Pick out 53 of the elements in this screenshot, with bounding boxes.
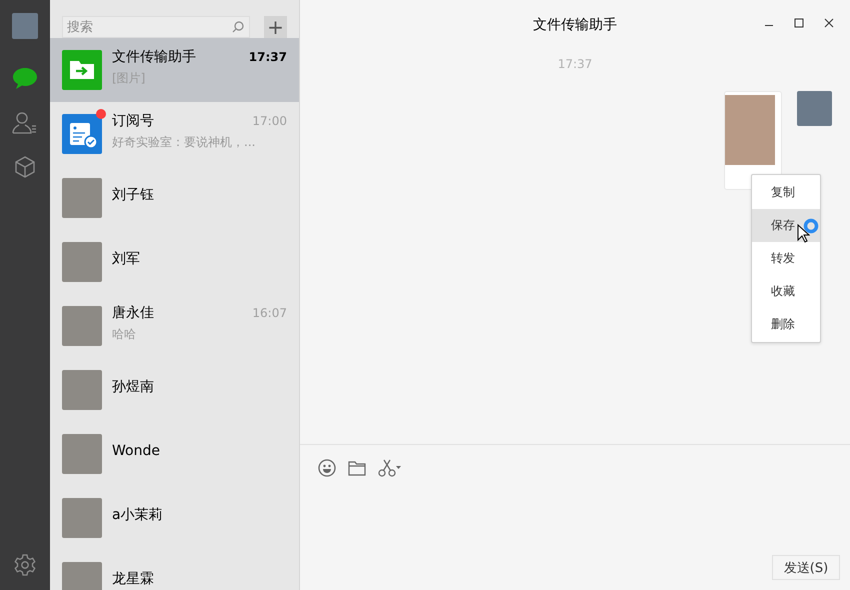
avatar-photo-placeholder — [62, 562, 102, 590]
message-timestamp: 17:37 — [558, 57, 592, 71]
search-field[interactable]: 搜索 — [62, 16, 250, 38]
smiley-icon[interactable] — [318, 459, 336, 477]
chat-list-item[interactable]: 龙星霖 — [50, 550, 299, 590]
contact-name: 刘子钰 — [112, 186, 154, 204]
chat-list-item[interactable]: 唐永佳 16:07 哈哈 — [50, 294, 299, 358]
chat-list-item[interactable]: 刘子钰 — [50, 166, 299, 230]
scissors-icon[interactable] — [378, 459, 402, 477]
contact-name: 唐永佳 — [112, 304, 154, 322]
avatar-photo-placeholder — [62, 498, 102, 538]
menu-item[interactable]: 转发 — [752, 242, 820, 275]
menu-item[interactable]: 删除 — [752, 308, 820, 341]
message-preview: 哈哈 — [112, 326, 137, 342]
avatar-photo-placeholder — [62, 178, 102, 218]
message-time: 17:00 — [252, 114, 287, 128]
chat-list-item[interactable]: 孙煜南 — [50, 358, 299, 422]
document-check-icon — [62, 114, 102, 154]
avatar-photo-placeholder — [797, 91, 832, 126]
send-button[interactable]: 发送(S) — [772, 555, 840, 580]
contact-name: a小茉莉 — [112, 506, 163, 524]
maximize-icon[interactable] — [794, 18, 804, 28]
avatar-photo-placeholder — [62, 306, 102, 346]
message-time: 17:37 — [248, 50, 287, 64]
message-preview: 好奇实验室：要说神机，... — [112, 134, 256, 150]
folder-icon[interactable] — [348, 460, 366, 476]
avatar-photo-placeholder — [62, 242, 102, 282]
chat-title: 文件传输助手 — [533, 16, 617, 34]
contact-name: 刘军 — [112, 250, 140, 268]
chat-list-item[interactable]: 刘军 — [50, 230, 299, 294]
close-icon[interactable] — [824, 18, 834, 28]
contact-name: 孙煜南 — [112, 378, 154, 396]
avatar-photo-placeholder — [62, 370, 102, 410]
loading-ring-icon — [803, 218, 819, 234]
contact-name: 文件传输助手 — [112, 48, 196, 66]
menu-item[interactable]: 复制 — [752, 176, 820, 209]
cube-icon[interactable] — [13, 155, 37, 179]
message-time: 16:07 — [252, 306, 287, 320]
photo-placeholder — [725, 95, 775, 165]
settings-icon[interactable] — [14, 554, 36, 576]
chat-list-item[interactable]: Wonde — [50, 422, 299, 486]
chat-list-item[interactable]: a小茉莉 — [50, 486, 299, 550]
menu-item[interactable]: 收藏 — [752, 275, 820, 308]
contact-name: 订阅号 — [112, 112, 154, 130]
avatar-photo-placeholder — [62, 434, 102, 474]
chat-bubble-icon[interactable] — [12, 67, 38, 91]
person-list-icon[interactable] — [12, 111, 38, 135]
contact-name: 龙星霖 — [112, 570, 154, 588]
contact-name: Wonde — [112, 443, 160, 459]
search-icon — [232, 21, 244, 33]
mouse-cursor-icon — [797, 224, 810, 244]
chat-list-item[interactable]: 订阅号 17:00 好奇实验室：要说神机，... — [50, 102, 299, 166]
add-button[interactable]: + — [264, 16, 287, 38]
